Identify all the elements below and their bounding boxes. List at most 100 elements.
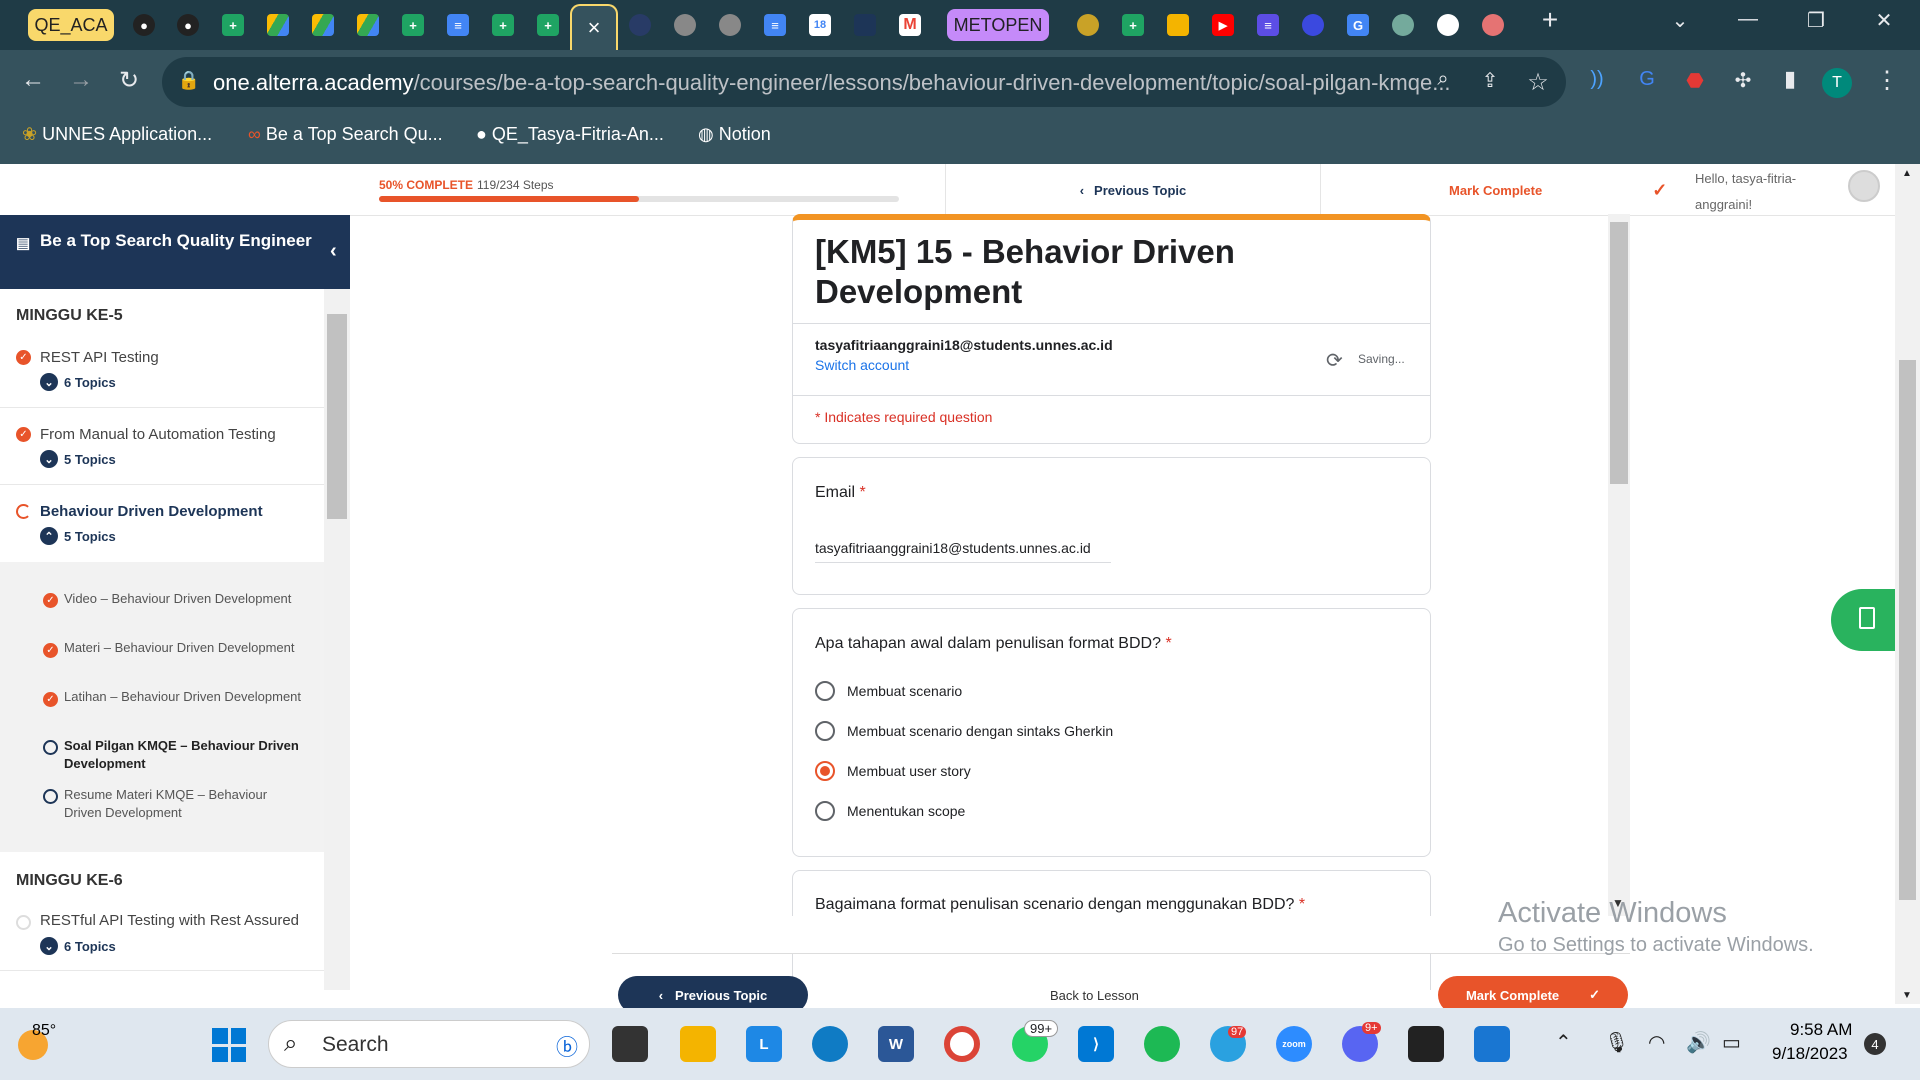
task-view-icon[interactable] [612, 1026, 648, 1062]
sheets-tab[interactable]: + [530, 6, 566, 44]
radio-option-selected[interactable]: Membuat user story [815, 761, 971, 781]
notification-badge[interactable]: 4 [1864, 1033, 1886, 1055]
scroll-up-icon[interactable]: ▲ [1902, 168, 1912, 179]
page-scrollbar[interactable]: ▲ ▼ [1895, 164, 1920, 1004]
lesson-link-current[interactable]: Behaviour Driven Development [40, 503, 263, 520]
scroll-down-icon[interactable]: ▼ [1902, 990, 1912, 1001]
radio-button[interactable] [815, 801, 835, 821]
restore-icon[interactable]: ❐ [1796, 8, 1836, 33]
wifi-icon[interactable]: ◠ [1648, 1030, 1665, 1055]
bookmark-star-icon[interactable]: ☆ [1521, 68, 1555, 97]
page-scrollbar-thumb[interactable] [1899, 360, 1916, 900]
bookmark-unnes[interactable]: ❀ UNNES Application... [22, 124, 212, 145]
chrome-icon[interactable] [944, 1026, 980, 1062]
github-tab[interactable]: ● [126, 6, 162, 44]
vscode-icon[interactable]: ⟩ [1078, 1026, 1114, 1062]
tab-group-label[interactable]: QE_ACA [28, 9, 114, 41]
edge-icon[interactable] [812, 1026, 848, 1062]
back-icon[interactable]: ← [16, 66, 50, 94]
sheets-tab[interactable]: + [485, 6, 521, 44]
topic-link[interactable]: Materi – Behaviour Driven Development [64, 639, 304, 657]
taskbar-search[interactable] [268, 1020, 590, 1068]
clock-time[interactable]: 9:58 AM [1790, 1020, 1852, 1040]
volume-icon[interactable]: 🔊 [1686, 1030, 1711, 1055]
topic-link[interactable]: Latihan – Behaviour Driven Development [64, 688, 304, 706]
new-tab-icon[interactable]: + [1530, 4, 1570, 36]
topic-link[interactable]: Resume Materi KMQE – Behaviour Driven De… [64, 786, 304, 822]
word-icon[interactable]: W [878, 1026, 914, 1062]
minimize-icon[interactable]: — [1728, 8, 1768, 31]
radio-option[interactable]: Menentukan scope [815, 801, 965, 821]
bookmark-github[interactable]: ● QE_Tasya-Fitria-An... [476, 124, 664, 145]
active-tab-close-icon[interactable]: × [570, 4, 618, 50]
gmail-tab[interactable]: M [892, 6, 928, 44]
topics-toggle[interactable]: ⌄ 6 Topics [40, 373, 116, 391]
github-tab[interactable]: ● [170, 6, 206, 44]
bookmark-alterra[interactable]: ∞ Be a Top Search Qu... [248, 124, 443, 145]
tab[interactable]: ≡ [1250, 6, 1286, 44]
zoom-icon[interactable]: ⌕ [1426, 68, 1460, 91]
chrome-tab[interactable] [1430, 6, 1466, 44]
extensions-puzzle-icon[interactable]: ✣ [1726, 68, 1760, 93]
tab[interactable] [1070, 6, 1106, 44]
lesson-link[interactable]: RESTful API Testing with Rest Assured [40, 912, 299, 929]
scrollbar-thumb[interactable] [327, 314, 347, 519]
translate-extension-icon[interactable]: G [1630, 68, 1664, 91]
form-scrollbar-thumb[interactable] [1610, 222, 1628, 484]
previous-topic-link[interactable]: ‹ Previous Topic [945, 164, 1320, 216]
tab-search-icon[interactable]: ⌄ [1660, 8, 1700, 33]
user-avatar[interactable] [1848, 170, 1880, 202]
topics-toggle[interactable]: ⌄ 5 Topics [40, 450, 116, 468]
tab[interactable] [847, 6, 883, 44]
recorder-tab[interactable] [1475, 6, 1511, 44]
close-window-icon[interactable]: ✕ [1864, 8, 1904, 33]
docs-tab[interactable]: ≡ [440, 6, 476, 44]
reload-icon[interactable]: ↻ [112, 66, 146, 95]
side-panel-icon[interactable]: ▮ [1773, 66, 1807, 92]
share-icon[interactable]: ⇪ [1473, 68, 1507, 93]
drive-tab[interactable] [350, 6, 386, 44]
translate-tab[interactable]: G [1340, 6, 1376, 44]
zoom-icon[interactable]: zoom [1276, 1026, 1312, 1062]
drive-tab[interactable] [305, 6, 341, 44]
forward-icon[interactable]: → [64, 66, 98, 94]
radio-option[interactable]: Membuat scenario [815, 681, 962, 701]
calendar-tab[interactable]: 18 [802, 6, 838, 44]
radio-button[interactable] [815, 721, 835, 741]
lesson-link[interactable]: From Manual to Automation Testing [40, 426, 276, 443]
bing-icon[interactable]: ⓑ [556, 1030, 578, 1062]
drive-tab[interactable] [260, 6, 296, 44]
collapse-sidebar-icon[interactable]: ‹ [330, 240, 337, 262]
menu-kebab-icon[interactable]: ⋮ [1870, 66, 1904, 95]
sheets-tab[interactable]: + [395, 6, 431, 44]
mark-complete-link[interactable]: Mark Complete ✓ [1320, 164, 1695, 216]
sheets-tab[interactable]: + [1115, 6, 1151, 44]
lesson-link[interactable]: REST API Testing [40, 349, 159, 366]
tab[interactable] [667, 6, 703, 44]
radio-button-selected[interactable] [815, 761, 835, 781]
topics-toggle[interactable]: ⌃ 5 Topics [40, 527, 116, 545]
microphone-icon[interactable]: 🎙 [1604, 1030, 1629, 1055]
classroom-tab[interactable] [1160, 6, 1196, 44]
spotify-icon[interactable] [1144, 1026, 1180, 1062]
switch-account-link[interactable]: Switch account [815, 357, 909, 373]
radio-option[interactable]: Membuat scenario dengan sintaks Gherkin [815, 721, 1113, 741]
start-windows-icon[interactable] [212, 1028, 246, 1062]
tab[interactable] [622, 6, 658, 44]
clock-date[interactable]: 9/18/2023 [1772, 1044, 1848, 1064]
docs-tab[interactable]: ≡ [757, 6, 793, 44]
sheets-tab[interactable]: + [215, 6, 251, 44]
topics-toggle[interactable]: ⌄ 6 Topics [40, 937, 116, 955]
tab-group-label[interactable]: METOPEN [947, 9, 1049, 41]
file-explorer-icon[interactable] [680, 1026, 716, 1062]
back-to-lesson-link[interactable]: Back to Lesson [1050, 988, 1139, 1003]
battery-icon[interactable]: ▭ [1722, 1030, 1741, 1055]
youtube-tab[interactable]: ▶ [1205, 6, 1241, 44]
topic-link-current[interactable]: Soal Pilgan KMQE – Behaviour Driven Deve… [64, 737, 304, 773]
sticky-notes-icon[interactable] [1408, 1026, 1444, 1062]
topic-link[interactable]: Video – Behaviour Driven Development [64, 590, 304, 608]
email-field[interactable]: tasyafitriaanggraini18@students.unnes.ac… [815, 540, 1111, 563]
lock-icon[interactable]: 🔒 [172, 70, 206, 91]
tab[interactable] [712, 6, 748, 44]
photos-icon[interactable] [1474, 1026, 1510, 1062]
